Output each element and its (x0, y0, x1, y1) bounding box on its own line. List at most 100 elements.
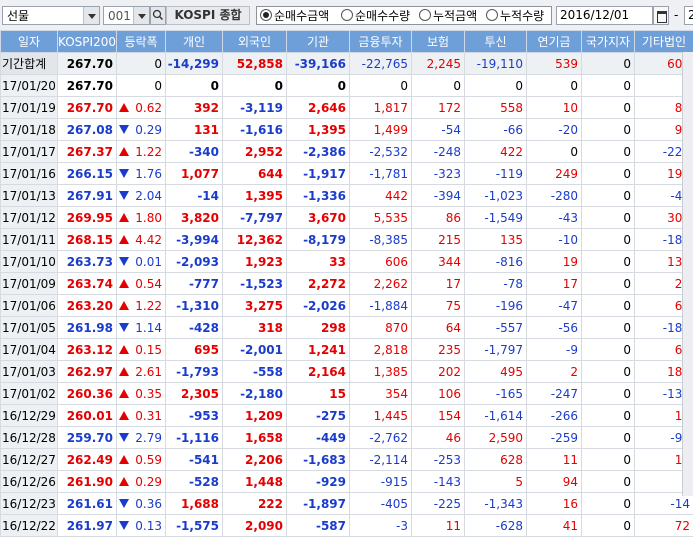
cell-for: 2,952 (223, 141, 287, 163)
cell-pen: 539 (527, 53, 582, 75)
radio-unchecked-icon (486, 9, 498, 21)
table-row[interactable]: 17/01/11268.154.42-3,99412,362-8,179-8,3… (1, 229, 693, 251)
down-arrow-icon (119, 191, 129, 200)
cell-chg: 0 (117, 53, 166, 75)
code-select-value: 001 (108, 8, 131, 24)
cell-fin: 1,499 (350, 119, 412, 141)
down-arrow-icon (119, 257, 129, 266)
column-header[interactable]: 일자 (1, 31, 58, 53)
cell-chg: 0.35 (117, 383, 166, 405)
cell-chg: 0.29 (117, 119, 166, 141)
view-mode-radio-group: 순매수금액 순매수수량 누적금액 누적수량 (256, 6, 552, 25)
calendar-icon[interactable] (653, 6, 669, 25)
cell-fin: 2,818 (350, 339, 412, 361)
table-row[interactable]: 17/01/16266.151.761,077644-1,917-1,781-3… (1, 163, 693, 185)
cell-ind: -2,093 (166, 251, 223, 273)
column-header[interactable]: 외국인 (223, 31, 287, 53)
table-row[interactable]: 17/01/13267.912.04-141,395-1,336442-394-… (1, 185, 693, 207)
column-header[interactable]: 투신 (465, 31, 527, 53)
column-header[interactable]: 개인 (166, 31, 223, 53)
up-arrow-icon (119, 389, 129, 398)
cell-chg: 0.59 (117, 449, 166, 471)
date-to-field[interactable]: 2017/ (684, 6, 693, 25)
column-header[interactable]: 기관 (287, 31, 350, 53)
table-row[interactable]: 17/01/03262.972.61-1,793-5582,1641,38520… (1, 361, 693, 383)
radio-cumulative-quantity[interactable]: 누적수량 (486, 8, 544, 24)
cell-ind: -340 (166, 141, 223, 163)
cell-gov: 0 (582, 295, 635, 317)
table-row[interactable]: 17/01/17267.371.22-3402,952-2,386-2,532-… (1, 141, 693, 163)
cell-k: 261.90 (58, 471, 117, 493)
radio-net-buy-quantity[interactable]: 순매수수량 (341, 8, 410, 24)
up-arrow-icon (119, 345, 129, 354)
code-select[interactable]: 001 (103, 6, 150, 25)
table-row[interactable]: 17/01/18267.080.29131-1,6161,3951,499-54… (1, 119, 693, 141)
cell-inst: 0 (287, 75, 350, 97)
cell-tr: 628 (465, 449, 527, 471)
cell-ins: -323 (412, 163, 465, 185)
cell-ind: -1,575 (166, 515, 223, 537)
table-row[interactable]: 17/01/20267.700000000000 (1, 75, 693, 97)
search-icon[interactable] (150, 6, 166, 25)
down-arrow-icon (119, 323, 129, 332)
cell-pen: 10 (527, 97, 582, 119)
radio-cumulative-amount[interactable]: 누적금액 (419, 8, 477, 24)
column-header[interactable]: 금융투자 (350, 31, 412, 53)
chevron-down-icon[interactable] (83, 7, 99, 24)
table-row[interactable]: 17/01/09263.740.54-777-1,5232,2722,26217… (1, 273, 693, 295)
cell-tr: -78 (465, 273, 527, 295)
table-row[interactable]: 16/12/28259.702.79-1,1161,658-449-2,7624… (1, 427, 693, 449)
column-header[interactable]: 연기금 (527, 31, 582, 53)
cell-pen: -247 (527, 383, 582, 405)
cell-fin: -8,385 (350, 229, 412, 251)
market-select[interactable]: 선물 (2, 6, 100, 25)
cell-pen: -9 (527, 339, 582, 361)
table-row[interactable]: 16/12/22261.970.13-1,5752,090-587-311-62… (1, 515, 693, 537)
cell-date: 16/12/22 (1, 515, 58, 537)
cell-chg: 1.76 (117, 163, 166, 185)
table-row[interactable]: 17/01/06263.201.22-1,3103,275-2,026-1,88… (1, 295, 693, 317)
cell-tr: 5 (465, 471, 527, 493)
column-header[interactable]: 기타법인 (635, 31, 693, 53)
column-header[interactable]: KOSPI200 (58, 31, 117, 53)
cell-chg: 0 (117, 75, 166, 97)
radio-net-buy-amount[interactable]: 순매수금액 (260, 8, 329, 24)
table-row[interactable]: 17/01/05261.981.14-42831829887064-557-56… (1, 317, 693, 339)
cell-chg: 4.42 (117, 229, 166, 251)
vertical-scrollbar[interactable] (682, 52, 693, 496)
radio-unchecked-icon (341, 9, 353, 21)
table-row[interactable]: 16/12/27262.490.59-5412,206-1,683-2,114-… (1, 449, 693, 471)
cell-inst: -2,386 (287, 141, 350, 163)
table-row[interactable]: 16/12/29260.010.31-9531,209-2751,445154-… (1, 405, 693, 427)
cell-ind: -953 (166, 405, 223, 427)
cell-tr: 0 (465, 75, 527, 97)
cell-ins: 11 (412, 515, 465, 537)
table-row[interactable]: 17/01/19267.700.62392-3,1192,6461,817172… (1, 97, 693, 119)
cell-for: -2,001 (223, 339, 287, 361)
cell-gov: 0 (582, 119, 635, 141)
cell-for: 12,362 (223, 229, 287, 251)
cell-pen: 19 (527, 251, 582, 273)
cell-ind: 131 (166, 119, 223, 141)
table-row[interactable]: 17/01/04263.120.15695-2,0011,2412,818235… (1, 339, 693, 361)
cell-tr: -1,023 (465, 185, 527, 207)
cell-inst: 15 (287, 383, 350, 405)
cell-for: 1,923 (223, 251, 287, 273)
column-header[interactable]: 보험 (412, 31, 465, 53)
cell-fin: 2,262 (350, 273, 412, 295)
column-header[interactable]: 국가지자 (582, 31, 635, 53)
cell-ins: 106 (412, 383, 465, 405)
table-row[interactable]: 16/12/26261.900.29-5281,448-929-915-1435… (1, 471, 693, 493)
table-row[interactable]: 17/01/12269.951.803,820-7,7973,6705,5358… (1, 207, 693, 229)
chevron-down-icon[interactable] (133, 7, 149, 24)
cell-for: 52,858 (223, 53, 287, 75)
cell-ins: 2,245 (412, 53, 465, 75)
cell-pen: -259 (527, 427, 582, 449)
cell-date: 17/01/06 (1, 295, 58, 317)
cell-gov: 0 (582, 53, 635, 75)
table-row[interactable]: 17/01/10263.730.01-2,0931,92333606344-81… (1, 251, 693, 273)
summary-row[interactable]: 기간합계267.700-14,29952,858-39,166-22,7652,… (1, 53, 693, 75)
date-from-field[interactable]: 2016/12/01 (556, 6, 653, 25)
table-row[interactable]: 17/01/02260.360.352,305-2,18015354106-16… (1, 383, 693, 405)
column-header[interactable]: 등락폭 (117, 31, 166, 53)
